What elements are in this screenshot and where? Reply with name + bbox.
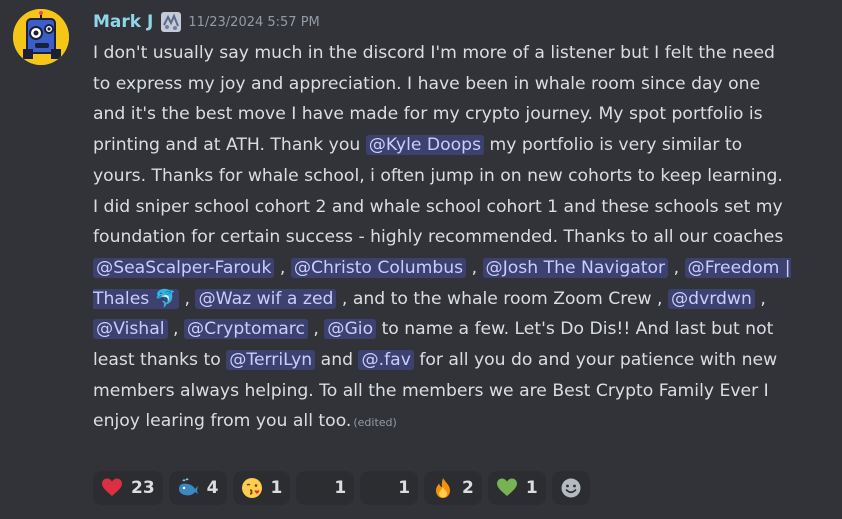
message-text: ,: [754, 288, 766, 309]
reaction-count: 1: [334, 478, 347, 498]
custom-emoji-dark-icon: [304, 477, 326, 499]
user-mention[interactable]: @Vishal: [93, 319, 168, 340]
user-mention[interactable]: @TerriLyn: [226, 350, 316, 371]
user-mention[interactable]: @Cryptomarc: [183, 319, 308, 340]
message-text: ,: [274, 257, 291, 278]
custom-emoji-dark-icon: [368, 477, 390, 499]
green-heart-icon: [496, 477, 518, 499]
user-mention[interactable]: @Josh The Navigator: [482, 257, 669, 278]
reaction-face-blowing-kiss[interactable]: 1: [232, 471, 291, 505]
message-text: ,: [179, 288, 196, 309]
reactions-bar: 23 4 1 1 1 2 1: [93, 471, 590, 505]
user-mention[interactable]: @Kyle Doops: [365, 135, 485, 156]
chat-message: Mark J 11/23/2024 5:57 PM I don't usuall…: [0, 0, 842, 519]
message-text: ,: [307, 319, 325, 340]
message-text: ,: [466, 257, 483, 278]
reaction-count: 1: [270, 478, 283, 498]
whale-icon: [177, 477, 199, 499]
reaction-count: 1: [398, 478, 411, 498]
message-timestamp: 11/23/2024 5:57 PM: [188, 14, 320, 30]
reaction-red-heart[interactable]: 23: [93, 471, 163, 505]
add-reaction-button[interactable]: [551, 471, 590, 505]
face-blowing-kiss-icon: [241, 477, 263, 499]
add-reaction-smiley-icon: [560, 477, 582, 499]
message-text: and: [315, 350, 359, 371]
user-mention[interactable]: @dvrdwn: [667, 288, 755, 309]
reaction-count: 4: [206, 478, 219, 498]
reaction-custom-emoji[interactable]: 1: [360, 471, 419, 505]
message-header: Mark J 11/23/2024 5:57 PM: [93, 10, 320, 34]
username[interactable]: Mark J: [93, 12, 153, 32]
message-text: , and to the whale room Zoom Crew ,: [336, 288, 668, 309]
message-text: ,: [668, 257, 685, 278]
role-badge-icon[interactable]: [160, 11, 182, 33]
edited-label: (edited): [353, 416, 397, 430]
user-avatar[interactable]: [13, 9, 69, 65]
user-mention[interactable]: @Waz wif a zed: [195, 288, 337, 309]
reaction-count: 1: [525, 478, 538, 498]
reaction-green-heart[interactable]: 1: [487, 471, 546, 505]
user-mention[interactable]: @SeaScalper-Farouk: [93, 257, 275, 278]
user-mention[interactable]: @Christo Columbus: [290, 257, 467, 278]
user-mention[interactable]: @Gio: [324, 319, 377, 340]
red-heart-icon: [101, 477, 123, 499]
reaction-custom-emoji[interactable]: 1: [296, 471, 355, 505]
user-mention[interactable]: @.fav: [358, 350, 414, 371]
fire-icon: [432, 477, 454, 499]
message-text: ,: [167, 319, 184, 340]
robot-avatar-icon: [13, 9, 69, 65]
reaction-count: 23: [131, 478, 155, 498]
reaction-count: 2: [462, 478, 474, 498]
message-content: I don't usually say much in the discord …: [93, 38, 793, 439]
reaction-fire[interactable]: 2: [424, 471, 482, 505]
reaction-whale[interactable]: 4: [168, 471, 227, 505]
